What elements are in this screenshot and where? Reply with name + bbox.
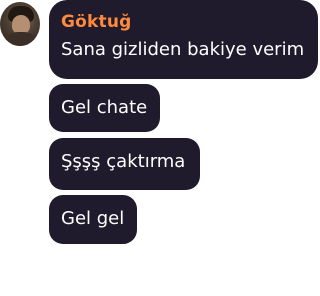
message-text: Şşşş çaktırma <box>61 151 186 172</box>
message-bubble[interactable]: Göktuğ Sana gizliden bakiye verim <box>49 0 318 79</box>
avatar-shirt <box>4 32 38 46</box>
message-bubble[interactable]: Gel gel <box>49 195 137 244</box>
avatar[interactable] <box>0 2 40 46</box>
message-bubble[interactable]: Şşşş çaktırma <box>49 138 200 190</box>
author-name[interactable]: Göktuğ <box>61 11 318 33</box>
message-bubble[interactable]: Gel chate <box>49 84 160 132</box>
message-text: Gel gel <box>61 208 125 229</box>
message-text: Gel chate <box>61 97 148 118</box>
message-text: Sana gizliden bakiye verim <box>61 39 305 60</box>
